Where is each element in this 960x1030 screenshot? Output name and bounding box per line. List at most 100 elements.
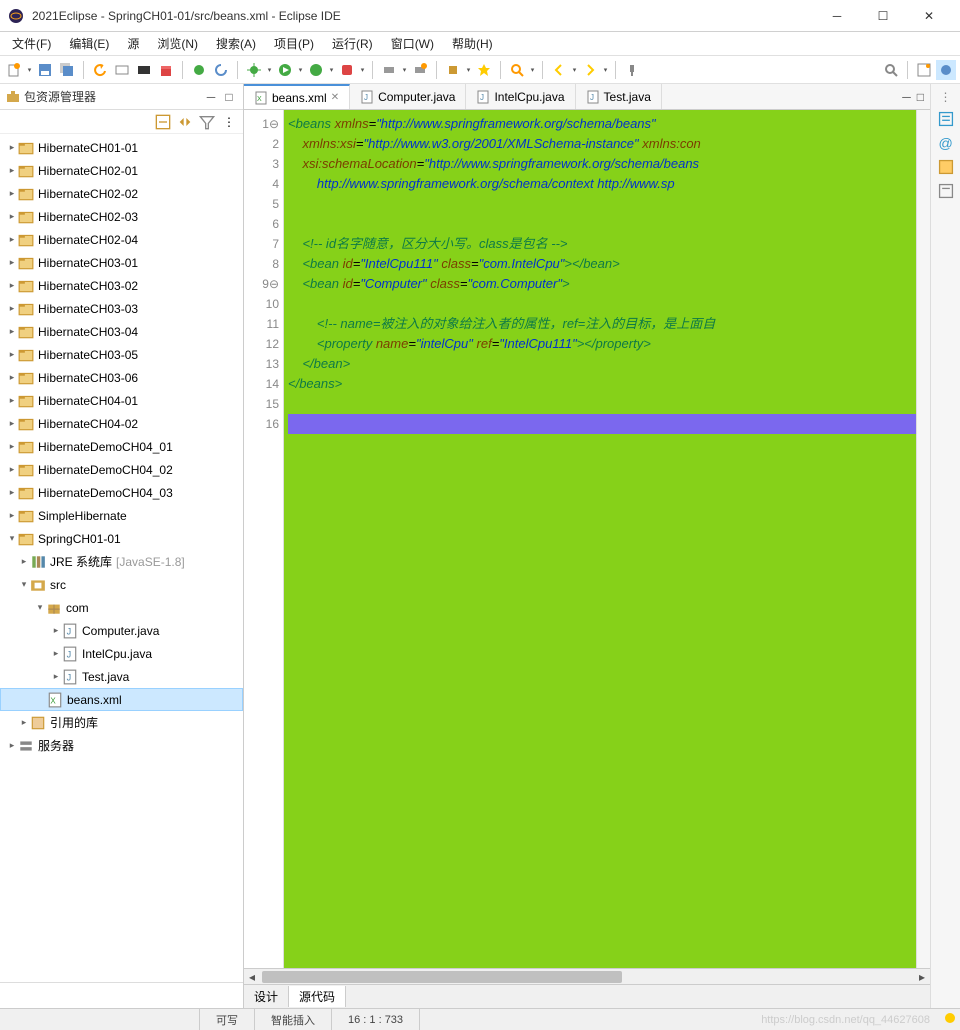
tree-item[interactable]: ▸HibernateCH03-03 xyxy=(0,297,243,320)
horizontal-scrollbar[interactable]: ◂ ▸ xyxy=(244,968,930,984)
nav-fwd-button[interactable] xyxy=(580,60,600,80)
markers-button[interactable] xyxy=(937,158,955,176)
tab-controls: ─ □ xyxy=(896,84,930,109)
save-button[interactable] xyxy=(35,60,55,80)
tree-item[interactable]: ▸HibernateDemoCH04_01 xyxy=(0,435,243,458)
outline-button[interactable] xyxy=(937,110,955,128)
build-button[interactable] xyxy=(443,60,463,80)
tab-maximize-button[interactable]: □ xyxy=(917,90,924,104)
maximize-button[interactable]: ☐ xyxy=(860,0,906,32)
tree-item[interactable]: ▸HibernateCH03-04 xyxy=(0,320,243,343)
tree-item[interactable]: ▸HibernateDemoCH04_02 xyxy=(0,458,243,481)
tree-item[interactable]: ▾src xyxy=(0,573,243,596)
code-editor[interactable]: 1⊖23456789⊖10111213141516 <beans xmlns="… xyxy=(244,110,930,968)
tree-item[interactable]: ▸HibernateDemoCH04_03 xyxy=(0,481,243,504)
trim-menu[interactable]: ⋮ xyxy=(940,90,952,104)
tree-item[interactable]: ▸HibernateCH03-02 xyxy=(0,274,243,297)
server-button[interactable] xyxy=(379,60,399,80)
tree-item[interactable]: ▾com xyxy=(0,596,243,619)
tree-item[interactable]: ▸JRE 系统库[JavaSE-1.8] xyxy=(0,550,243,573)
source-tab[interactable]: 源代码 xyxy=(289,986,346,1007)
gift-button[interactable] xyxy=(156,60,176,80)
java-ee-perspective-button[interactable] xyxy=(936,60,956,80)
tree-item[interactable]: ▸引用的库 xyxy=(0,711,243,734)
svg-text:J: J xyxy=(67,649,72,659)
quick-access-button[interactable] xyxy=(881,60,901,80)
search-button[interactable] xyxy=(507,60,527,80)
nav-back-button[interactable] xyxy=(549,60,569,80)
new-server-button[interactable] xyxy=(410,60,430,80)
tree-item[interactable]: ▸HibernateCH04-01 xyxy=(0,389,243,412)
statusbar: 可写 智能插入 16 : 1 : 733 https://blog.csdn.n… xyxy=(0,1008,960,1030)
toggle-button[interactable] xyxy=(112,60,132,80)
task-list-button[interactable]: @ xyxy=(937,134,955,152)
menu-navigate[interactable]: 浏览(N) xyxy=(151,33,204,54)
tree-item[interactable]: ▸SimpleHibernate xyxy=(0,504,243,527)
tree-item[interactable]: ▸HibernateCH03-06 xyxy=(0,366,243,389)
svg-text:J: J xyxy=(364,93,368,102)
view-menu-button[interactable]: ⋮ xyxy=(221,114,237,130)
status-icon xyxy=(940,1012,960,1027)
filter-button[interactable] xyxy=(199,114,215,130)
undo-button[interactable] xyxy=(90,60,110,80)
tree-item[interactable]: ▾SpringCH01-01 xyxy=(0,527,243,550)
tree-item[interactable]: ▸JTest.java xyxy=(0,665,243,688)
tree-item[interactable]: ▸JIntelCpu.java xyxy=(0,642,243,665)
link-editor-button[interactable] xyxy=(177,114,193,130)
main-toolbar xyxy=(0,56,960,84)
debug-button[interactable] xyxy=(244,60,264,80)
run-last-button[interactable] xyxy=(306,60,326,80)
save-all-button[interactable] xyxy=(57,60,77,80)
menu-project[interactable]: 项目(P) xyxy=(268,33,320,54)
code-content[interactable]: <beans xmlns="http://www.springframework… xyxy=(284,110,916,968)
overview-ruler[interactable] xyxy=(916,110,930,968)
minimize-button[interactable]: ─ xyxy=(814,0,860,32)
run-button[interactable] xyxy=(275,60,295,80)
menu-help[interactable]: 帮助(H) xyxy=(446,33,499,54)
titlebar: 2021Eclipse - SpringCH01-01/src/beans.xm… xyxy=(0,0,960,32)
editor-tab[interactable]: JTest.java xyxy=(576,84,662,109)
tree-item[interactable]: ▸HibernateCH04-02 xyxy=(0,412,243,435)
open-type-button[interactable] xyxy=(189,60,209,80)
tree-item[interactable]: ▸HibernateCH02-03 xyxy=(0,205,243,228)
menu-run[interactable]: 运行(R) xyxy=(326,33,379,54)
wizard-button[interactable] xyxy=(474,60,494,80)
tree-item[interactable]: ▸HibernateCH02-04 xyxy=(0,228,243,251)
open-perspective-button[interactable] xyxy=(914,60,934,80)
tree-item[interactable]: ▸JComputer.java xyxy=(0,619,243,642)
tree-item[interactable]: ▸HibernateCH03-05 xyxy=(0,343,243,366)
editor-tab[interactable]: JIntelCpu.java xyxy=(466,84,575,109)
menu-source[interactable]: 源 xyxy=(121,33,145,54)
menu-search[interactable]: 搜索(A) xyxy=(210,33,262,54)
tree-item[interactable]: ▸HibernateCH02-02 xyxy=(0,182,243,205)
panel-maximize-button[interactable]: □ xyxy=(221,89,237,105)
menu-window[interactable]: 窗口(W) xyxy=(385,33,440,54)
tab-minimize-button[interactable]: ─ xyxy=(902,90,911,104)
bottom-toolbar xyxy=(0,982,243,1008)
tree-item[interactable]: Xbeans.xml xyxy=(0,688,243,711)
collapse-all-button[interactable] xyxy=(155,114,171,130)
refresh-button[interactable] xyxy=(211,60,231,80)
menu-file[interactable]: 文件(F) xyxy=(6,33,57,54)
watermark: https://blog.csdn.net/qq_44627608 xyxy=(420,1014,940,1026)
design-tab[interactable]: 设计 xyxy=(244,986,289,1007)
editor-tab[interactable]: JComputer.java xyxy=(350,84,466,109)
ext-tools-button[interactable] xyxy=(337,60,357,80)
new-button[interactable] xyxy=(4,60,24,80)
tree-item[interactable]: ▸HibernateCH03-01 xyxy=(0,251,243,274)
snippets-button[interactable] xyxy=(937,182,955,200)
editor-tab[interactable]: Xbeans.xml✕ xyxy=(244,84,350,109)
panel-header: 包资源管理器 ─ □ xyxy=(0,84,243,110)
panel-minimize-button[interactable]: ─ xyxy=(203,89,219,105)
console-button[interactable] xyxy=(134,60,154,80)
package-tree[interactable]: ▸HibernateCH01-01▸HibernateCH02-01▸Hiber… xyxy=(0,134,243,982)
close-button[interactable]: ✕ xyxy=(906,0,952,32)
window-title: 2021Eclipse - SpringCH01-01/src/beans.xm… xyxy=(32,9,341,23)
status-insert: 智能插入 xyxy=(255,1009,332,1030)
menu-edit[interactable]: 编辑(E) xyxy=(63,33,115,54)
tree-item[interactable]: ▸HibernateCH02-01 xyxy=(0,159,243,182)
pin-button[interactable] xyxy=(622,60,642,80)
tree-item[interactable]: ▸服务器 xyxy=(0,734,243,757)
line-gutter[interactable]: 1⊖23456789⊖10111213141516 xyxy=(244,110,284,968)
tree-item[interactable]: ▸HibernateCH01-01 xyxy=(0,136,243,159)
